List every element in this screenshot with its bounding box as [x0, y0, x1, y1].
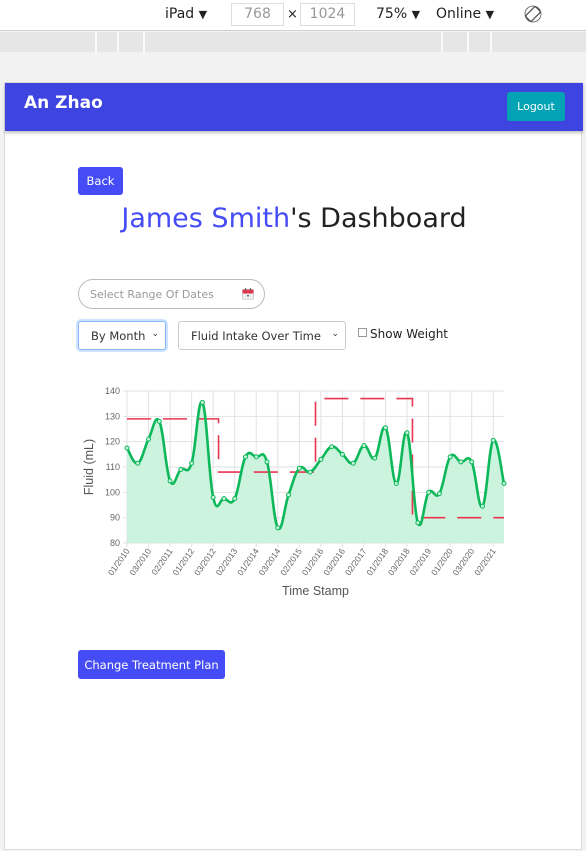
fluid-data-point: [189, 460, 195, 466]
fluid-data-point: [167, 478, 173, 484]
chevron-down-icon: ▼: [198, 8, 208, 21]
fluid-data-point: [404, 430, 410, 436]
x-axis-label: Time Stamp: [282, 584, 349, 598]
media-query-ruler: [0, 32, 586, 52]
date-range-input[interactable]: Select Range Of Dates: [78, 279, 265, 309]
show-weight-checkbox[interactable]: [358, 328, 367, 337]
fluid-data-point: [383, 425, 389, 431]
fluid-data-point: [447, 454, 453, 460]
network-selector[interactable]: Online ▼: [436, 6, 494, 22]
fluid-data-point: [296, 465, 302, 471]
y-tick-label: 140: [105, 386, 120, 396]
fluid-data-point: [178, 467, 184, 473]
width-input[interactable]: 768: [231, 3, 284, 26]
brand-user-name: An Zhao: [24, 93, 103, 113]
fluid-intake-chart: 809010011012013014001/201003/201002/2011…: [82, 386, 507, 598]
patient-name: James Smith: [121, 203, 291, 234]
change-treatment-plan-button[interactable]: Change Treatment Plan: [78, 650, 225, 679]
chevron-down-icon: ▼: [411, 8, 421, 21]
fluid-data-point: [372, 455, 378, 461]
date-range-placeholder: Select Range Of Dates: [90, 288, 214, 301]
chevron-down-icon: ⌄: [151, 329, 159, 339]
fluid-data-point: [221, 496, 227, 502]
back-button[interactable]: Back: [78, 167, 123, 195]
y-tick-label: 120: [105, 437, 120, 447]
zoom-label: 75%: [376, 6, 408, 22]
fluid-data-point: [253, 454, 259, 460]
y-tick-label: 80: [110, 538, 120, 548]
show-weight-toggle[interactable]: Show Weight: [358, 327, 448, 341]
fluid-data-point: [264, 459, 270, 465]
fluid-data-point: [135, 460, 141, 466]
x-tick-label: 03/2010: [127, 546, 153, 577]
y-tick-label: 90: [110, 513, 120, 523]
fluid-data-point: [242, 454, 248, 460]
fluid-data-point: [415, 520, 421, 526]
fluid-data-point: [210, 494, 216, 500]
period-select[interactable]: By Month ⌄: [78, 321, 166, 350]
show-weight-label: Show Weight: [370, 327, 448, 341]
fluid-data-point: [318, 456, 324, 462]
period-select-value: By Month: [91, 329, 146, 343]
network-label: Online: [436, 6, 482, 22]
fluid-data-point: [501, 480, 507, 486]
fluid-data-point: [146, 436, 152, 442]
height-input[interactable]: 1024: [300, 3, 355, 26]
devtools-toolbar: iPad ▼ 768 × 1024 75% ▼ Online ▼: [0, 0, 586, 31]
logout-button[interactable]: Logout: [507, 92, 565, 121]
fluid-data-point: [329, 444, 335, 450]
fluid-data-point: [361, 442, 367, 448]
app-viewport: An Zhao Logout Back James Smith's Dashbo…: [4, 82, 583, 850]
rotate-icon[interactable]: [524, 5, 542, 27]
chevron-down-icon: ⌄: [331, 329, 339, 339]
fluid-data-point: [232, 496, 238, 502]
metric-select[interactable]: Fluid Intake Over Time ⌄: [178, 321, 346, 350]
fluid-data-point: [479, 503, 485, 509]
fluid-data-point: [436, 491, 442, 497]
fluid-data-point: [286, 492, 292, 498]
y-tick-label: 110: [106, 462, 120, 472]
fluid-data-point: [426, 489, 432, 495]
fluid-data-point: [124, 445, 130, 451]
navbar: An Zhao Logout: [5, 83, 583, 131]
fluid-data-point: [275, 525, 281, 531]
y-axis-label: Fluid (mL): [82, 439, 96, 495]
fluid-data-point: [307, 469, 313, 475]
zoom-selector[interactable]: 75% ▼: [376, 6, 420, 22]
fluid-data-point: [469, 459, 475, 465]
fluid-data-point: [156, 418, 162, 424]
calendar-icon[interactable]: [242, 288, 254, 300]
chevron-down-icon: ▼: [485, 8, 495, 21]
fluid-data-point: [393, 480, 399, 486]
fluid-data-point: [339, 451, 345, 457]
times-sign: ×: [287, 7, 298, 22]
y-tick-label: 130: [105, 411, 120, 421]
title-suffix: 's Dashboard: [290, 203, 467, 234]
x-tick-label: 02/2021: [472, 546, 498, 577]
metric-select-value: Fluid Intake Over Time: [191, 329, 321, 343]
fluid-data-point: [350, 460, 356, 466]
device-selector[interactable]: iPad ▼: [165, 6, 207, 22]
page-title: James Smith's Dashboard: [5, 203, 583, 234]
y-tick-label: 100: [105, 487, 120, 497]
fluid-data-point: [458, 459, 464, 465]
fluid-data-point: [199, 399, 205, 405]
device-label: iPad: [165, 6, 195, 22]
fluid-data-point: [490, 437, 496, 443]
